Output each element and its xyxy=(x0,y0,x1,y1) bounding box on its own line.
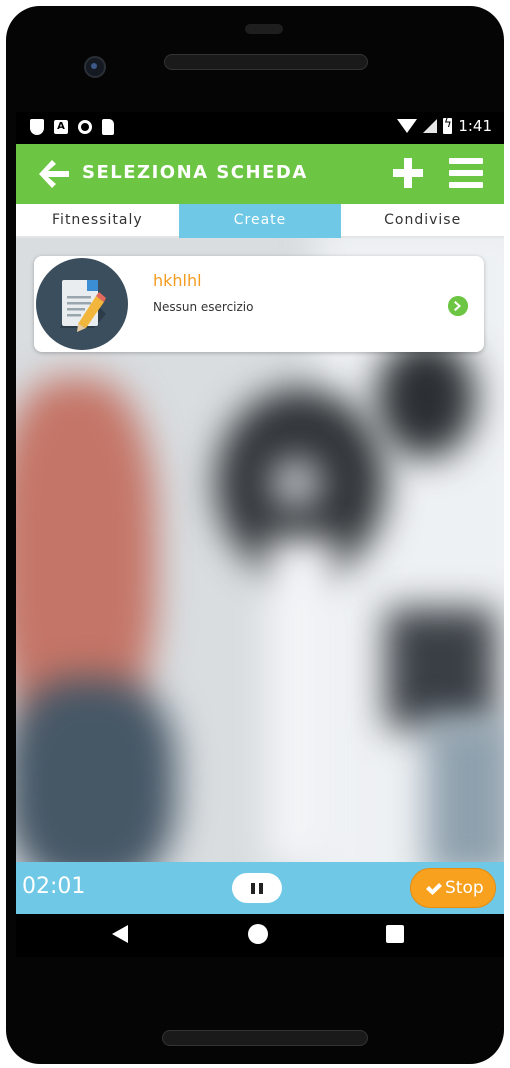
pause-button[interactable] xyxy=(232,873,282,903)
front-camera xyxy=(84,56,106,78)
document-pencil-icon xyxy=(36,258,128,350)
tab-condivise[interactable]: Condivise xyxy=(341,204,504,238)
shield-icon xyxy=(30,119,44,135)
bg-person-arm xyxy=(386,608,496,728)
page-title: SELEZIONA SCHEDA xyxy=(82,162,308,183)
status-system-icons: 1:41 xyxy=(397,116,492,135)
arrow-left-icon[interactable] xyxy=(36,156,72,192)
bottom-speaker xyxy=(162,1030,368,1046)
bg-person-legs xyxy=(426,718,504,862)
nav-home-icon[interactable] xyxy=(248,924,268,944)
elapsed-timer: 02:01 xyxy=(22,874,86,899)
tab-fitnessitaly[interactable]: Fitnessitaly xyxy=(16,204,179,238)
bg-machine-column xyxy=(266,538,336,862)
bg-person-dark xyxy=(16,678,176,862)
tab-create[interactable]: Create xyxy=(178,204,342,238)
cell-signal-icon xyxy=(423,119,438,133)
sd-card-icon xyxy=(102,119,114,135)
plus-icon[interactable] xyxy=(392,157,424,189)
status-notification-icons: A xyxy=(30,119,114,135)
card-title: hkhlhl xyxy=(153,271,202,290)
stop-label: Stop xyxy=(445,878,484,898)
chevron-right-circle-icon[interactable] xyxy=(448,296,468,316)
stop-button[interactable]: Stop xyxy=(410,868,496,908)
bg-plate-center xyxy=(271,458,321,508)
status-time: 1:41 xyxy=(458,117,492,135)
earpiece-speaker xyxy=(164,54,368,70)
workout-card[interactable]: hkhlhl Nessun esercizio xyxy=(34,256,484,352)
battery-charging-icon xyxy=(443,116,453,134)
tab-bar: Fitnessitaly Create Condivise xyxy=(16,204,504,238)
card-subtitle: Nessun esercizio xyxy=(153,300,254,314)
hamburger-menu-icon[interactable] xyxy=(448,157,484,189)
record-icon xyxy=(78,120,92,134)
nav-back-icon[interactable] xyxy=(112,925,128,943)
check-icon xyxy=(426,883,442,895)
wifi-icon xyxy=(397,119,418,133)
a-icon: A xyxy=(54,120,68,134)
status-bar: A 1:41 xyxy=(16,112,504,144)
app-screen: A 1:41 SELEZIONA SCHEDA Fitnessitaly Cre… xyxy=(16,112,504,957)
timer-bar: 02:01 Stop xyxy=(16,862,504,914)
nav-recents-icon[interactable] xyxy=(386,925,404,943)
android-nav-bar xyxy=(16,914,504,957)
bg-person-head xyxy=(376,338,476,458)
app-header: SELEZIONA SCHEDA xyxy=(16,144,504,204)
sensor-slot xyxy=(245,24,283,34)
